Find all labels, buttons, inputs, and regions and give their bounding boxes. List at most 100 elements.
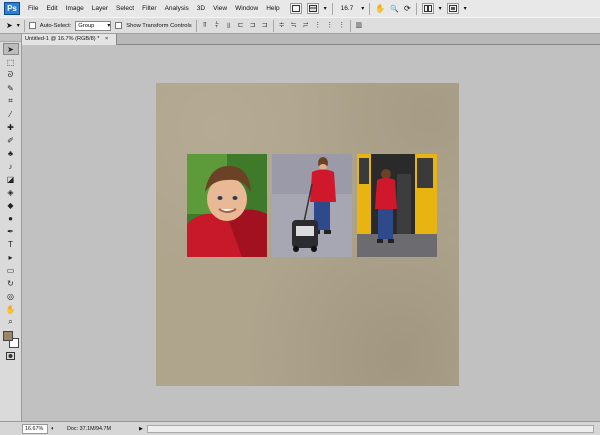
status-zoom-field[interactable]: 16.67% [22,423,48,434]
tool-list: ➤ ⬚ ᘐ ✎ ⌗ ⁄ ✚ ✐ ♣ ♪ ◪ ◈ ◆ ● ✒ T ▸ ▭ ↻ ◎ ✋ ⌕ [0,43,21,328]
tools-panel: ➤ ⬚ ᘐ ✎ ⌗ ⁄ ✚ ✐ ♣ ♪ ◪ ◈ ◆ ● ✒ T ▸ ▭ ↻ ◎ ✋ ⌕ [0,34,22,428]
separator [195,19,197,32]
status-doc-size: Doc: 37.1M/94.7M [67,425,112,432]
quick-mask-icon[interactable] [3,350,19,362]
photoshop-logo[interactable]: Ps [4,2,20,15]
document-canvas[interactable] [156,83,459,386]
menu-file[interactable]: File [24,0,42,17]
menu-window[interactable]: Window [231,0,262,17]
tools-panel-handle[interactable] [0,34,21,42]
canvas-area[interactable] [22,45,600,421]
photo-boy-school-bus[interactable] [357,154,437,257]
healing-tool-icon[interactable]: ✚ [3,121,19,133]
menu-image[interactable]: Image [62,0,88,17]
auto-select-value: Group [78,22,95,29]
separator [272,19,274,32]
distribute-left-icon[interactable]: ⋮ [314,21,322,30]
menu-layer[interactable]: Layer [88,0,112,17]
stamp-tool-icon[interactable]: ♣ [3,147,19,159]
align-left-icon[interactable]: ⊏ [237,21,245,30]
photo-boy-portrait-image [187,154,267,257]
screen-mode-button[interactable] [446,3,459,14]
align-vcenter-icon[interactable]: ⫩ [213,21,221,30]
align-bottom-icon[interactable]: ⫫ [225,21,233,30]
horizontal-scrollbar[interactable] [146,424,594,433]
menu-edit[interactable]: Edit [42,0,61,17]
menu-3d[interactable]: 3D [193,0,209,17]
distribute-hcenter-icon[interactable]: ⋮ [326,21,334,30]
pen-tool-icon[interactable]: ✒ [3,225,19,237]
eraser-tool-icon[interactable]: ◪ [3,173,19,185]
close-icon[interactable]: × [105,36,108,42]
view-extras-icon [308,5,317,12]
separator [369,2,371,15]
tool-preset-dropdown-icon[interactable]: ▾ [17,22,20,29]
gradient-tool-icon[interactable]: ◈ [3,186,19,198]
zoom-dropdown-icon[interactable]: ▾ [361,5,364,12]
rotate-view-icon[interactable]: ⟳ [404,4,411,13]
align-hcenter-icon[interactable]: ⊐ [249,21,257,30]
document-tab-bar: Untitled-1 @ 16.7% (RGB/8) * × [22,34,600,45]
lasso-tool-icon[interactable]: ᘐ [3,69,19,81]
arrange-documents-button[interactable] [421,3,434,14]
menu-filter[interactable]: Filter [138,0,160,17]
quick-select-tool-icon[interactable]: ✎ [3,82,19,94]
menu-analysis[interactable]: Analysis [161,0,193,17]
blur-tool-icon[interactable]: ◆ [3,199,19,211]
distribute-top-icon[interactable]: ≑ [278,21,286,30]
bridge-icon [291,5,300,12]
color-swatches [2,331,19,349]
hand-icon[interactable]: ✋ [375,4,385,13]
shape-tool-icon[interactable]: ▭ [3,264,19,276]
auto-select-dropdown[interactable]: Group ▾ [75,20,112,31]
status-menu-arrow-icon[interactable]: ▶ [139,426,143,432]
zoom-icon[interactable]: 🔍 [390,5,399,13]
status-info-icon[interactable]: ◐ [51,426,61,432]
auto-align-layers-icon[interactable]: ▥ [355,21,363,30]
separator [349,19,351,32]
photo-boy-school-bus-image [357,154,437,257]
separator [331,2,333,15]
menu-view[interactable]: View [209,0,231,17]
screen-mode-dropdown-icon[interactable]: ▾ [464,5,467,12]
photo-boy-backpack[interactable] [272,154,352,257]
distribute-vcenter-icon[interactable]: ≒ [290,21,298,30]
align-right-icon[interactable]: ⊐ [261,21,269,30]
foreground-color-swatch[interactable] [2,331,13,341]
view-extras-button[interactable] [306,3,319,14]
photo-boy-backpack-image [272,154,352,257]
menu-help[interactable]: Help [262,0,283,17]
separator [415,2,417,15]
path-select-tool-icon[interactable]: ▸ [3,251,19,263]
distribute-bottom-icon[interactable]: ≓ [302,21,310,30]
photo-boy-portrait[interactable] [187,154,267,257]
distribute-right-icon[interactable]: ⋮ [338,21,346,30]
show-transform-checkbox[interactable] [115,22,123,29]
move-tool-icon[interactable]: ➤ [2,43,19,55]
options-bar: ➤ ▾ Auto-Select: Group ▾ Show Transform … [0,17,600,34]
arrange-icon [423,5,432,12]
align-top-icon[interactable]: ⫪ [201,21,209,30]
arrange-dropdown-icon[interactable]: ▾ [439,5,442,12]
history-brush-icon[interactable]: ♪ [3,160,19,172]
marquee-tool-icon[interactable]: ⬚ [3,56,19,68]
eyedropper-tool-icon[interactable]: ⁄ [3,108,19,120]
dropdown-arrow-icon[interactable]: ▾ [324,5,327,12]
menu-select[interactable]: Select [112,0,138,17]
hand-tool-icon[interactable]: ✋ [3,303,19,315]
document-tab[interactable]: Untitled-1 @ 16.7% (RGB/8) * × [22,34,117,45]
type-tool-icon[interactable]: T [3,238,19,250]
3d-orbit-tool-icon[interactable]: ◎ [3,290,19,302]
zoom-tool-icon[interactable]: ⌕ [3,316,19,328]
bridge-button[interactable] [289,3,302,14]
dodge-tool-icon[interactable]: ● [3,212,19,224]
3d-rotate-tool-icon[interactable]: ↻ [3,277,19,289]
show-transform-label: Show Transform Controls [126,22,192,29]
auto-select-checkbox[interactable] [28,22,36,29]
move-tool-preset-icon[interactable]: ➤ [6,21,13,30]
zoom-level[interactable]: 16.7 [338,5,357,12]
crop-tool-icon[interactable]: ⌗ [3,95,19,107]
brush-tool-icon[interactable]: ✐ [3,134,19,146]
document-tab-title: Untitled-1 @ 16.7% (RGB/8) * [25,36,100,42]
status-bar: 16.67% ◐ Doc: 37.1M/94.7M ▶ [0,421,600,435]
